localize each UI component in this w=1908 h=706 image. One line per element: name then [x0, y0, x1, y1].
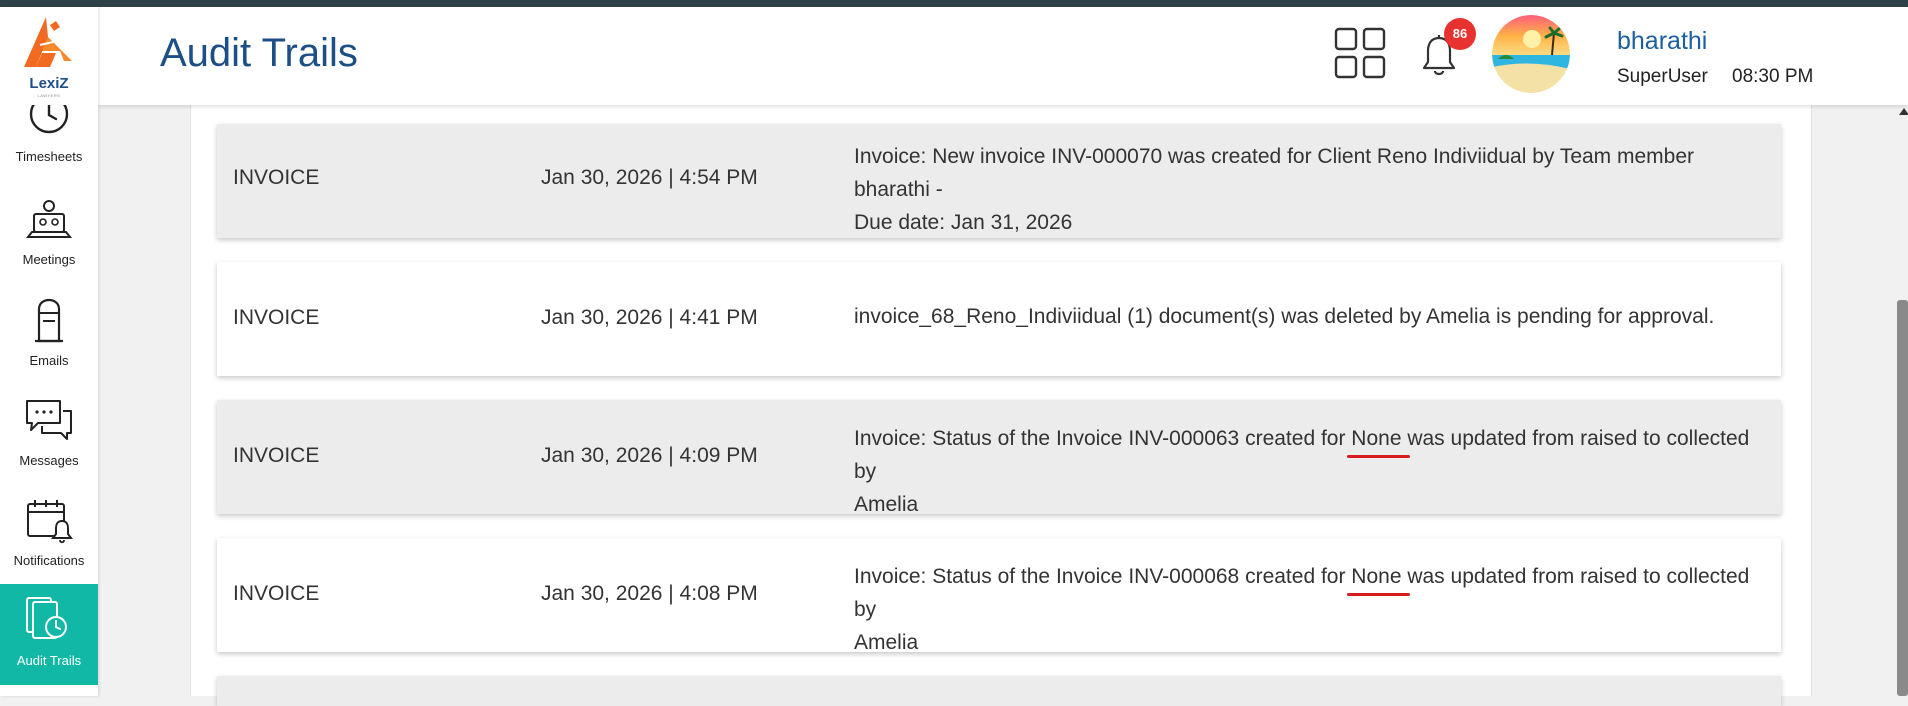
table-row: INVOICE Jan 30, 2026 | 4:41 PM invoice_6… [217, 262, 1781, 376]
top-strip [0, 0, 1908, 7]
logo-mark-icon [24, 17, 72, 67]
row-description-line2: Due date: Jan 31, 2026 [854, 211, 1073, 234]
row-type: INVOICE [233, 306, 320, 329]
notification-count-badge[interactable]: 86 [1444, 18, 1476, 50]
sidebar: Timesheets Meetings Emails Messages Noti… [0, 7, 98, 696]
row-type: INVOICE [233, 444, 320, 467]
row-description-line1: Invoice: Status of the Invoice INV-00006… [854, 422, 1754, 488]
sidebar-item-label: Meetings [22, 252, 76, 267]
current-time: 08:30 PM [1732, 66, 1814, 87]
sidebar-item-label: Audit Trails [16, 653, 82, 668]
sidebar-item-label: Notifications [13, 553, 85, 568]
sidebar-item-label: Emails [29, 353, 69, 368]
row-description: Invoice: Status of the Invoice INV-00006… [854, 422, 1754, 521]
row-description: Invoice: Status of the Invoice INV-00006… [854, 560, 1754, 659]
sidebar-item-notifications[interactable]: Notifications [0, 497, 98, 597]
row-description-text: Invoice: Status of the Invoice INV-00006… [854, 565, 1352, 588]
sidebar-item-emails[interactable]: Emails [0, 297, 98, 397]
sidebar-item-messages[interactable]: Messages [0, 397, 98, 497]
user-role: SuperUser [1617, 66, 1708, 87]
avatar[interactable] [1492, 15, 1570, 93]
row-description: Invoice: New invoice INV-000070 was crea… [854, 140, 1754, 239]
row-description-line1: Invoice: New invoice INV-000070 was crea… [854, 145, 1695, 201]
page-title: Audit Trails [160, 31, 358, 75]
row-description-text: Invoice: Status of the Invoice INV-00006… [854, 427, 1352, 450]
row-description-line1: invoice_68_Reno_Indiviidual (1) document… [854, 305, 1715, 328]
table-row [217, 676, 1781, 706]
row-date: Jan 30, 2026 | 4:08 PM [541, 582, 758, 605]
table-row: INVOICE Jan 30, 2026 | 4:08 PM Invoice: … [217, 538, 1781, 654]
calendar-bell-icon [27, 500, 73, 544]
row-description: invoice_68_Reno_Indiviidual (1) document… [854, 300, 1754, 333]
meeting-icon [25, 200, 73, 238]
underlined-value: None [1347, 422, 1410, 458]
row-description-line2: Amelia [854, 493, 919, 516]
logo-text: LexiZ [29, 75, 69, 92]
row-date: Jan 30, 2026 | 4:09 PM [541, 444, 758, 467]
table-row: INVOICE Jan 30, 2026 | 4:09 PM Invoice: … [217, 400, 1781, 516]
sidebar-item-audit-trails[interactable]: Audit Trails [0, 584, 98, 685]
row-type: INVOICE [233, 166, 320, 189]
underlined-value: None [1347, 560, 1410, 596]
logo[interactable]: LexiZ LAWYERS [0, 7, 98, 105]
row-date: Jan 30, 2026 | 4:54 PM [541, 166, 758, 189]
scrollbar-thumb[interactable] [1897, 300, 1908, 696]
row-description-line1: Invoice: Status of the Invoice INV-00006… [854, 560, 1754, 626]
row-type: INVOICE [233, 582, 320, 605]
chat-icon [26, 400, 72, 440]
sidebar-item-meetings[interactable]: Meetings [0, 197, 98, 297]
table-row: INVOICE Jan 30, 2026 | 4:54 PM Invoice: … [217, 124, 1781, 238]
apps-grid-icon[interactable] [1334, 27, 1386, 79]
top-header: Audit Trails 86 bharathi SuperUser 08:30… [98, 7, 1908, 105]
row-description-line2: Amelia [854, 631, 919, 654]
sidebar-item-label: Timesheets [15, 149, 83, 164]
audit-icon [26, 597, 67, 639]
mailbox-icon [35, 298, 63, 343]
logo-tagline: LAWYERS [37, 93, 61, 98]
row-date: Jan 30, 2026 | 4:41 PM [541, 306, 758, 329]
sidebar-item-label: Messages [19, 453, 79, 468]
scroll-up-arrow[interactable] [1899, 108, 1908, 115]
user-name[interactable]: bharathi [1617, 27, 1707, 56]
